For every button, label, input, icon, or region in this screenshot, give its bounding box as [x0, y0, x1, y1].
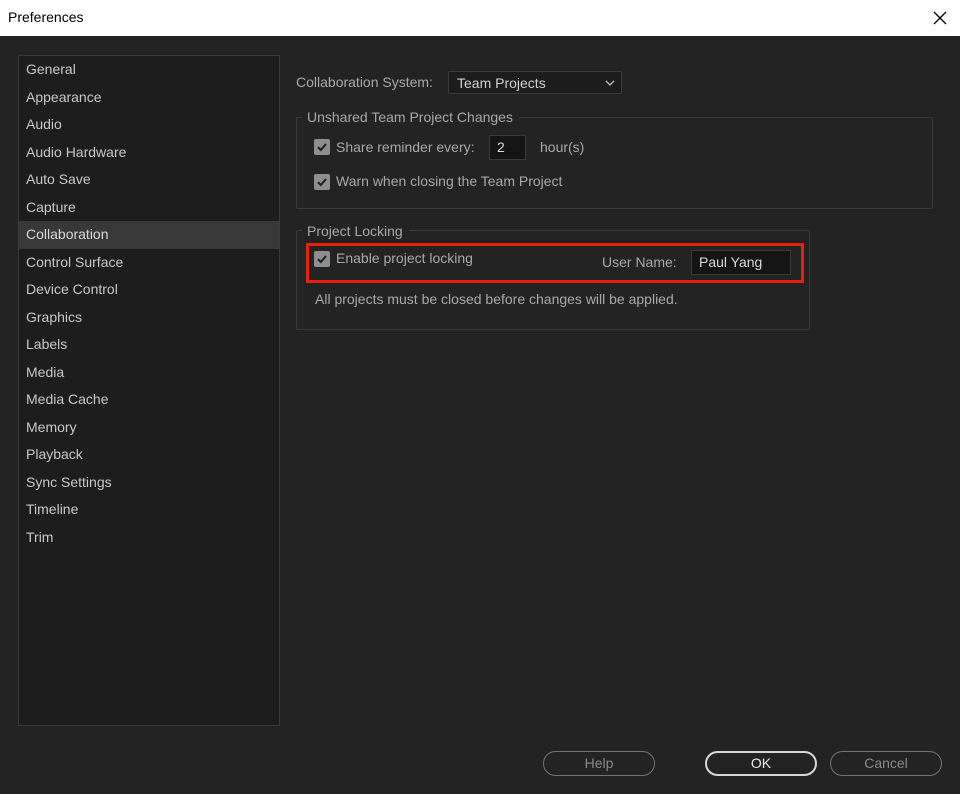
- collaboration-system-value: Team Projects: [457, 75, 546, 91]
- project-locking-title: Project Locking: [302, 223, 409, 239]
- sidebar-item-labels[interactable]: Labels: [19, 331, 279, 359]
- sidebar-item-timeline[interactable]: Timeline: [19, 496, 279, 524]
- cancel-button[interactable]: Cancel: [830, 751, 942, 776]
- close-icon: [933, 11, 947, 25]
- checkmark-icon: [317, 178, 327, 187]
- warn-closing-label: Warn when closing the Team Project: [336, 173, 563, 189]
- chevron-down-icon: [605, 80, 615, 86]
- unshared-changes-group: [296, 117, 933, 209]
- sidebar-item-audio-hardware[interactable]: Audio Hardware: [19, 139, 279, 167]
- share-reminder-unit: hour(s): [540, 139, 585, 155]
- sidebar-item-playback[interactable]: Playback: [19, 441, 279, 469]
- sidebar-item-media[interactable]: Media: [19, 359, 279, 387]
- sidebar-item-collaboration[interactable]: Collaboration: [19, 221, 279, 249]
- checkmark-icon: [317, 143, 327, 152]
- preferences-category-list: General Appearance Audio Audio Hardware …: [18, 55, 280, 726]
- share-reminder-label: Share reminder every:: [336, 139, 475, 155]
- sidebar-item-device-control[interactable]: Device Control: [19, 276, 279, 304]
- sidebar-item-control-surface[interactable]: Control Surface: [19, 249, 279, 277]
- sidebar-item-sync-settings[interactable]: Sync Settings: [19, 469, 279, 497]
- collaboration-system-label: Collaboration System:: [296, 74, 433, 90]
- sidebar-item-appearance[interactable]: Appearance: [19, 84, 279, 112]
- help-button[interactable]: Help: [543, 751, 655, 776]
- project-locking-note: All projects must be closed before chang…: [315, 291, 678, 307]
- share-reminder-hours-input[interactable]: 2: [489, 135, 526, 160]
- sidebar-item-audio[interactable]: Audio: [19, 111, 279, 139]
- warn-closing-checkbox[interactable]: [314, 174, 330, 190]
- highlight-annotation: [306, 243, 804, 283]
- sidebar-item-graphics[interactable]: Graphics: [19, 304, 279, 332]
- sidebar-item-general[interactable]: General: [19, 56, 279, 84]
- share-reminder-checkbox[interactable]: [314, 139, 330, 155]
- sidebar-item-media-cache[interactable]: Media Cache: [19, 386, 279, 414]
- sidebar-item-trim[interactable]: Trim: [19, 524, 279, 552]
- title-bar: Preferences: [0, 0, 960, 36]
- sidebar-item-memory[interactable]: Memory: [19, 414, 279, 442]
- close-button[interactable]: [920, 0, 960, 36]
- sidebar-item-auto-save[interactable]: Auto Save: [19, 166, 279, 194]
- ok-button[interactable]: OK: [705, 751, 817, 776]
- unshared-changes-title: Unshared Team Project Changes: [302, 109, 519, 125]
- collaboration-system-dropdown[interactable]: Team Projects: [448, 71, 622, 94]
- sidebar-item-capture[interactable]: Capture: [19, 194, 279, 222]
- window-title: Preferences: [8, 9, 84, 25]
